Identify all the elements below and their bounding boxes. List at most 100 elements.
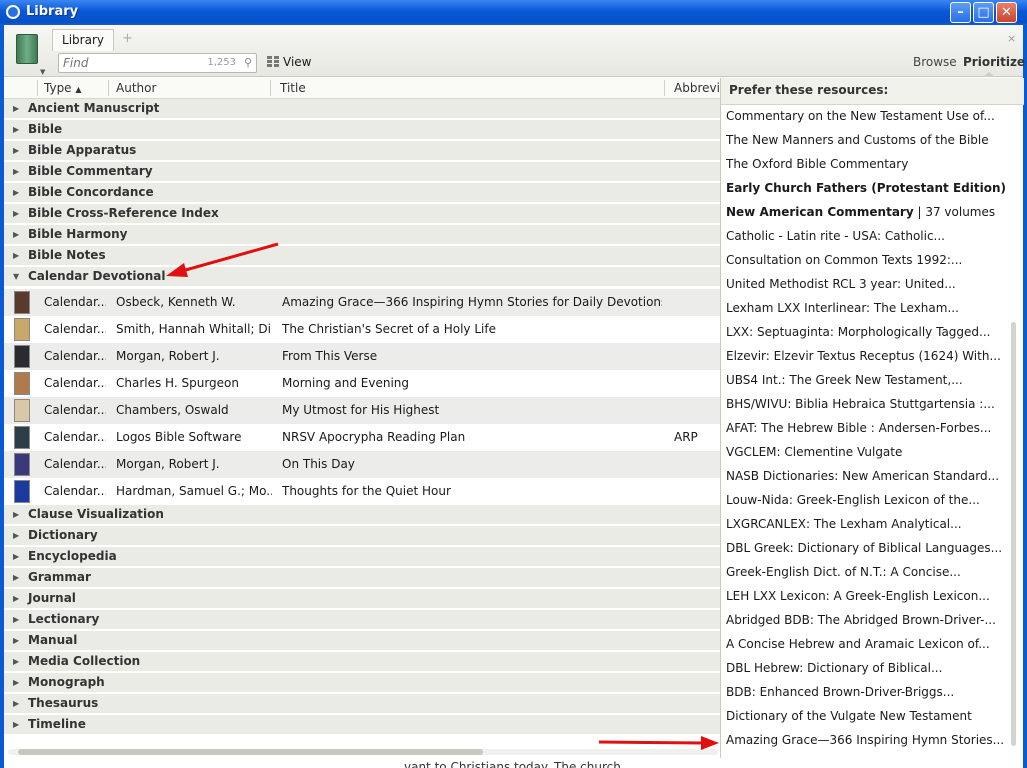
preferred-resource-item[interactable]: New American Commentary | 37 volumes xyxy=(726,205,1011,225)
group-row[interactable]: ▶ Bible Harmony xyxy=(4,225,720,245)
column-separator[interactable] xyxy=(664,80,665,96)
group-row[interactable]: ▶ Lectionary xyxy=(4,610,720,630)
resource-row[interactable]: Calendar... Charles H. Spurgeon Morning an… xyxy=(4,370,720,397)
group-label: Clause Visualization xyxy=(28,507,164,521)
expand-right-icon[interactable]: ▶ xyxy=(13,699,19,708)
group-row[interactable]: ▶ Bible Commentary xyxy=(4,162,720,182)
find-input[interactable] xyxy=(63,55,203,71)
window-title: Library xyxy=(26,4,79,19)
preferred-resource-item[interactable]: Consultation on Common Texts 1992:... xyxy=(726,253,1011,273)
expand-right-icon[interactable]: ▶ xyxy=(13,230,19,239)
group-label: Dictionary xyxy=(28,528,98,542)
resource-row[interactable]: Calendar... Smith, Hannah Whitall; Di... T… xyxy=(4,316,720,343)
expand-right-icon[interactable]: ▶ xyxy=(13,510,19,519)
resource-row[interactable]: Calendar... Morgan, Robert J. On This Day xyxy=(4,451,720,478)
column-title[interactable]: Title xyxy=(280,81,306,95)
expand-right-icon[interactable]: ▶ xyxy=(13,104,19,113)
expand-right-icon[interactable]: ▶ xyxy=(13,251,19,260)
group-row[interactable]: ▶ Journal xyxy=(4,589,720,609)
preferred-resource-item[interactable]: DBL Greek: Dictionary of Biblical Langua… xyxy=(726,541,1011,561)
preferred-resource-item[interactable]: AFAT: The Hebrew Bible : Andersen-Forbes… xyxy=(726,421,1011,441)
preferred-resource-item[interactable]: DBL Hebrew: Dictionary of Biblical... xyxy=(726,661,1011,681)
group-row[interactable]: ▶ Bible Concordance xyxy=(4,183,720,203)
resource-row[interactable]: Calendar... Logos Bible Software NRSV Apoc… xyxy=(4,424,720,451)
expand-right-icon[interactable]: ▶ xyxy=(13,615,19,624)
group-row[interactable]: ▶ Encyclopedia xyxy=(4,547,720,567)
preferred-resource-item[interactable]: VGCLEM: Clementine Vulgate xyxy=(726,445,1011,465)
resource-row[interactable]: Calendar... Osbeck, Kenneth W. Amazing Gra… xyxy=(4,289,720,316)
preferred-resource-item[interactable]: United Methodist RCL 3 year: United... xyxy=(726,277,1011,297)
group-row[interactable]: ▶ Media Collection xyxy=(4,652,720,672)
preferred-resource-item[interactable]: LXX: Septuaginta: Morphologically Tagged… xyxy=(726,325,1011,345)
expand-right-icon[interactable]: ▶ xyxy=(13,125,19,134)
expand-right-icon[interactable]: ▶ xyxy=(13,678,19,687)
tab-library[interactable]: Library xyxy=(52,29,114,51)
preferred-resource-item[interactable]: BHS/WIVU: Biblia Hebraica Stuttgartensia… xyxy=(726,397,1011,417)
add-tab-button[interactable]: + xyxy=(122,31,133,46)
expand-down-icon[interactable]: ▼ xyxy=(13,272,19,281)
close-window-button[interactable]: ✕ xyxy=(996,2,1017,23)
preferred-resource-item[interactable]: LEH LXX Lexicon: A Greek-English Lexicon… xyxy=(726,589,1011,609)
library-book-icon[interactable] xyxy=(16,34,38,64)
expand-right-icon[interactable]: ▶ xyxy=(13,636,19,645)
expand-right-icon[interactable]: ▶ xyxy=(13,167,19,176)
preferred-resource-item[interactable]: Early Church Fathers (Protestant Edition… xyxy=(726,181,1011,201)
preferred-resource-item[interactable]: A Concise Hebrew and Aramaic Lexicon of.… xyxy=(726,637,1011,657)
preferred-resource-item[interactable]: Commentary on the New Testament Use of..… xyxy=(726,109,1011,129)
expand-right-icon[interactable]: ▶ xyxy=(13,188,19,197)
preferred-resource-item[interactable]: Elzevir: Elzevir Textus Receptus (1624) … xyxy=(726,349,1011,369)
group-row[interactable]: ▶ Thesaurus xyxy=(4,694,720,714)
preferred-resource-item[interactable]: UBS4 Int.: The Greek New Testament,... xyxy=(726,373,1011,393)
expand-right-icon[interactable]: ▶ xyxy=(13,531,19,540)
resource-row[interactable]: Calendar... Hardman, Samuel G.; Mo... Thou… xyxy=(4,478,720,505)
vertical-scrollbar[interactable] xyxy=(1011,322,1016,746)
resource-row[interactable]: Calendar... Chambers, Oswald My Utmost for… xyxy=(4,397,720,424)
expand-right-icon[interactable]: ▶ xyxy=(13,657,19,666)
expand-right-icon[interactable]: ▶ xyxy=(13,594,19,603)
chevron-down-icon[interactable]: ▼ xyxy=(40,68,45,76)
group-row[interactable]: ▶ Ancient Manuscript xyxy=(4,99,720,119)
browse-button[interactable]: Browse xyxy=(913,55,957,69)
expand-right-icon[interactable]: ▶ xyxy=(13,552,19,561)
view-button[interactable]: View xyxy=(267,55,311,69)
preferred-resource-item[interactable]: Dictionary of the Vulgate New Testament xyxy=(726,709,1011,729)
group-row[interactable]: ▶ Manual xyxy=(4,631,720,651)
scrollbar-thumb[interactable] xyxy=(18,749,483,755)
group-row[interactable]: ▼ Calendar Devotional xyxy=(4,267,720,287)
preferred-resource-item[interactable]: Catholic - Latin rite - USA: Catholic... xyxy=(726,229,1011,249)
column-separator[interactable] xyxy=(37,80,38,96)
preferred-resource-item[interactable]: The New Manners and Customs of the Bible xyxy=(726,133,1011,153)
preferred-resource-item[interactable]: Louw-Nida: Greek-English Lexicon of the.… xyxy=(726,493,1011,513)
annotation-arrow-calendar xyxy=(166,242,279,277)
group-row[interactable]: ▶ Grammar xyxy=(4,568,720,588)
expand-right-icon[interactable]: ▶ xyxy=(13,720,19,729)
maximize-button[interactable]: □ xyxy=(973,2,994,23)
preferred-resource-item[interactable]: Lexham LXX Interlinear: The Lexham... xyxy=(726,301,1011,321)
group-row[interactable]: ▶ Clause Visualization xyxy=(4,505,720,525)
column-separator[interactable] xyxy=(108,80,109,96)
resource-row[interactable]: Calendar... Morgan, Robert J. From This Ve… xyxy=(4,343,720,370)
group-row[interactable]: ▶ Monograph xyxy=(4,673,720,693)
preferred-resource-item[interactable]: Amazing Grace—366 Inspiring Hymn Stories… xyxy=(726,733,1011,753)
minimize-button[interactable]: – xyxy=(950,2,971,23)
group-row[interactable]: ▶ Bible xyxy=(4,120,720,140)
expand-right-icon[interactable]: ▶ xyxy=(13,146,19,155)
preferred-resource-item[interactable]: Greek-English Dict. of N.T.: A Concise..… xyxy=(726,565,1011,585)
column-type[interactable]: Type ▲ xyxy=(44,81,82,95)
group-row[interactable]: ▶ Bible Notes xyxy=(4,246,720,266)
preferred-resource-item[interactable]: LXGRCANLEX: The Lexham Analytical... xyxy=(726,517,1011,537)
preferred-resource-item[interactable]: NASB Dictionaries: New American Standard… xyxy=(726,469,1011,489)
prioritize-button[interactable]: Prioritize xyxy=(963,55,1025,69)
column-author[interactable]: Author xyxy=(116,81,156,95)
preferred-resource-item[interactable]: BDB: Enhanced Brown-Driver-Briggs... xyxy=(726,685,1011,705)
expand-right-icon[interactable]: ▶ xyxy=(13,209,19,218)
search-icon[interactable]: ⚲ xyxy=(244,56,252,69)
close-tab-icon[interactable]: × xyxy=(1007,32,1016,45)
group-row[interactable]: ▶ Bible Cross-Reference Index xyxy=(4,204,720,224)
column-separator[interactable] xyxy=(270,80,271,96)
group-row[interactable]: ▶ Dictionary xyxy=(4,526,720,546)
preferred-resource-item[interactable]: Abridged BDB: The Abridged Brown-Driver-… xyxy=(726,613,1011,633)
group-row[interactable]: ▶ Bible Apparatus xyxy=(4,141,720,161)
expand-right-icon[interactable]: ▶ xyxy=(13,573,19,582)
preferred-resource-item[interactable]: The Oxford Bible Commentary xyxy=(726,157,1011,177)
